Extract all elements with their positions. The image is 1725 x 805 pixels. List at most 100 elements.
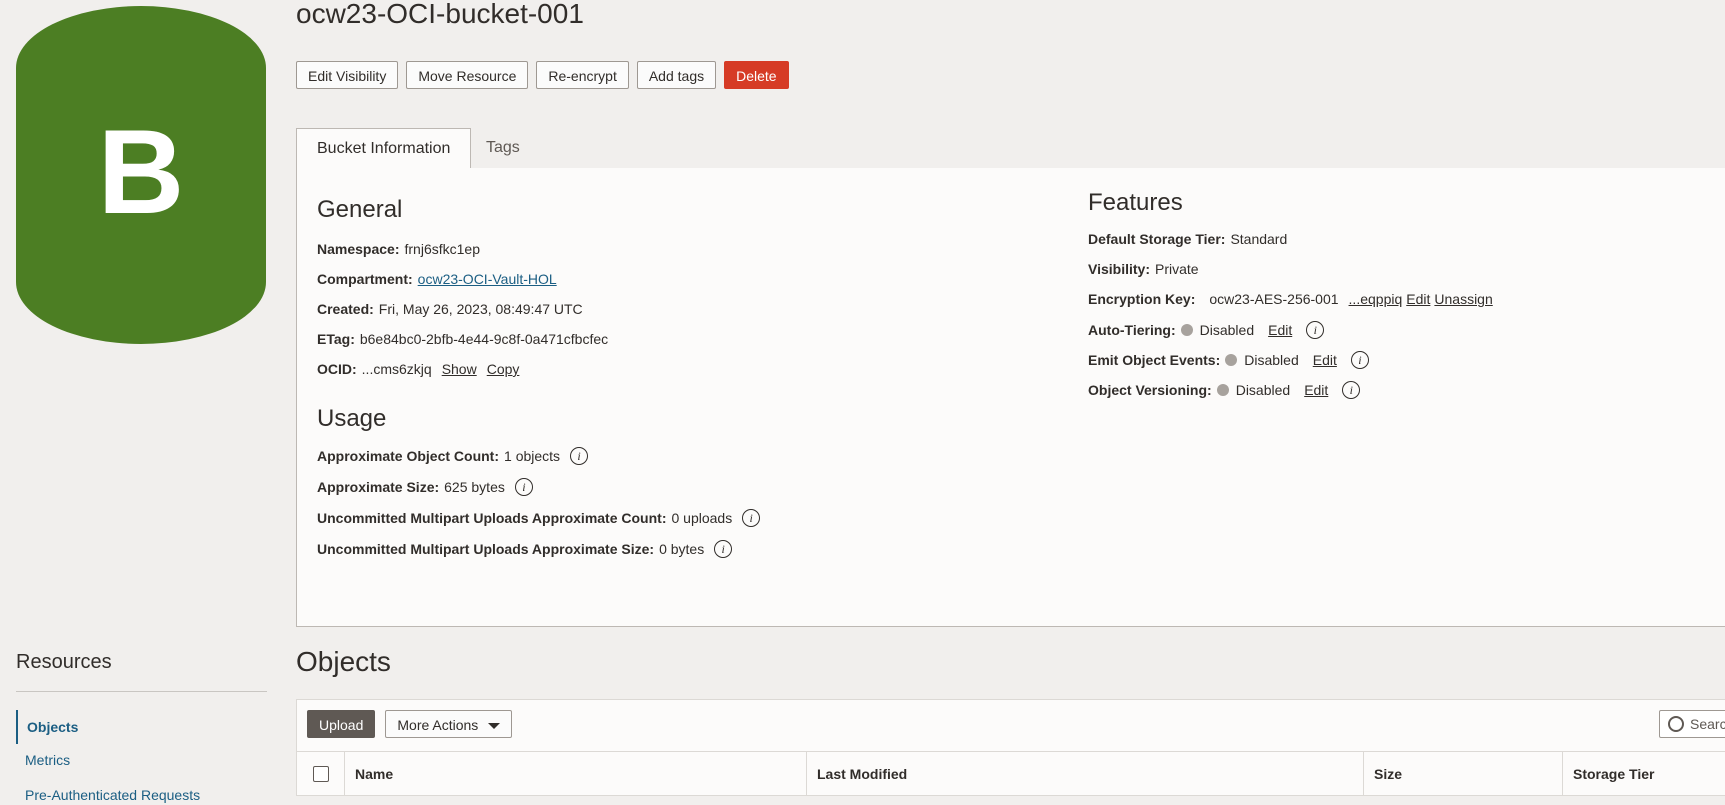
created-row: Created: Fri, May 26, 2023, 08:49:47 UTC — [317, 301, 583, 317]
ocid-show-link[interactable]: Show — [442, 361, 477, 377]
select-all-cell — [297, 752, 344, 796]
storage-tier-row: Default Storage Tier: Standard — [1088, 231, 1287, 247]
encryption-key-label: Encryption Key: — [1088, 291, 1196, 307]
compartment-row: Compartment: ocw23-OCI-Vault-HOL — [317, 271, 557, 287]
info-icon[interactable]: i — [1306, 321, 1325, 339]
multipart-count-label: Uncommitted Multipart Uploads Approximat… — [317, 510, 667, 526]
detail-tabs: Bucket Information Tags — [296, 128, 1725, 170]
page-title: ocw23-OCI-bucket-001 — [296, 0, 584, 29]
column-header-last-modified[interactable]: Last Modified — [806, 752, 1363, 796]
info-icon[interactable]: i — [570, 447, 589, 465]
ocid-row: OCID: ...cms6zkjq Show Copy — [317, 361, 519, 377]
versioning-value: Disabled — [1235, 382, 1291, 398]
encryption-key-row: Encryption Key: ocw23-AES-256-001 ...eqp… — [1088, 291, 1493, 307]
info-icon[interactable]: i — [714, 540, 733, 558]
bucket-icon-letter: B — [97, 105, 185, 239]
ocid-label: OCID: — [317, 361, 357, 377]
status-dot-icon — [1225, 354, 1238, 366]
auto-tiering-edit-link[interactable]: Edit — [1268, 322, 1292, 338]
approx-size-row: Approximate Size: 625 bytes i — [317, 478, 533, 496]
versioning-edit-link[interactable]: Edit — [1304, 382, 1328, 398]
approx-size-value: 625 bytes — [444, 479, 505, 495]
objects-toolbar: Upload More Actions — [307, 710, 513, 738]
edit-visibility-button[interactable]: Edit Visibility — [296, 61, 399, 89]
search-input[interactable]: Search — [1659, 710, 1725, 738]
auto-tiering-label: Auto-Tiering: — [1088, 322, 1176, 338]
more-actions-button[interactable]: More Actions — [385, 710, 513, 738]
general-title: General — [317, 196, 403, 223]
object-count-label: Approximate Object Count: — [317, 448, 500, 464]
compartment-link[interactable]: ocw23-OCI-Vault-HOL — [418, 271, 557, 287]
namespace-row: Namespace: frnj6sfkc1ep — [317, 241, 480, 257]
select-all-checkbox[interactable] — [313, 766, 329, 782]
multipart-size-row: Uncommitted Multipart Uploads Approximat… — [317, 540, 733, 558]
objects-title: Objects — [296, 646, 391, 677]
emit-events-value: Disabled — [1244, 352, 1299, 368]
object-count-row: Approximate Object Count: 1 objects i — [317, 447, 589, 465]
encryption-key-unassign-link[interactable]: Unassign — [1434, 291, 1492, 307]
status-dot-icon — [1216, 384, 1229, 396]
search-icon — [1668, 716, 1684, 732]
upload-button[interactable]: Upload — [307, 710, 376, 738]
encryption-key-edit-link[interactable]: Edit — [1406, 291, 1430, 307]
resources-divider — [16, 691, 267, 692]
auto-tiering-row: Auto-Tiering: Disabled Edit i — [1088, 321, 1325, 339]
multipart-size-label: Uncommitted Multipart Uploads Approximat… — [317, 541, 655, 557]
created-value: Fri, May 26, 2023, 08:49:47 UTC — [378, 301, 583, 317]
objects-table-panel: Upload More Actions Search Name Last Mod… — [296, 699, 1725, 796]
versioning-label: Object Versioning: — [1088, 382, 1212, 398]
tab-tags[interactable]: Tags — [466, 128, 540, 168]
resources-title: Resources — [16, 651, 112, 673]
column-header-size[interactable]: Size — [1363, 752, 1562, 796]
visibility-row: Visibility: Private — [1088, 261, 1199, 277]
object-count-value: 1 objects — [504, 448, 561, 464]
ocid-value: ...cms6zkjq — [361, 361, 432, 377]
info-icon[interactable]: i — [1342, 381, 1361, 399]
caret-down-icon — [488, 723, 501, 730]
objects-table-header: Name Last Modified Size Storage Tier — [297, 751, 1725, 796]
tab-bucket-information[interactable]: Bucket Information — [296, 128, 472, 170]
add-tags-button[interactable]: Add tags — [636, 61, 717, 89]
visibility-label: Visibility: — [1088, 261, 1150, 277]
versioning-row: Object Versioning: Disabled Edit i — [1088, 381, 1361, 399]
emit-events-row: Emit Object Events: Disabled Edit i — [1088, 351, 1369, 369]
etag-value: b6e84bc0-2bfb-4e44-9c8f-0a471cfbcfec — [359, 331, 609, 347]
compartment-label: Compartment: — [317, 271, 413, 287]
move-resource-button[interactable]: Move Resource — [406, 61, 529, 89]
multipart-size-value: 0 bytes — [659, 541, 705, 557]
approx-size-label: Approximate Size: — [317, 479, 440, 495]
resource-item-metrics[interactable]: Metrics — [16, 750, 70, 770]
etag-label: ETag: — [317, 331, 355, 347]
storage-tier-value: Standard — [1230, 231, 1288, 247]
info-icon[interactable]: i — [514, 478, 533, 496]
delete-button[interactable]: Delete — [724, 61, 789, 89]
re-encrypt-button[interactable]: Re-encrypt — [536, 61, 629, 89]
resource-item-pre-authenticated-requests[interactable]: Pre-Authenticated Requests — [16, 785, 200, 805]
usage-title: Usage — [317, 405, 387, 432]
features-title: Features — [1088, 189, 1183, 216]
ocid-copy-link[interactable]: Copy — [487, 361, 520, 377]
emit-events-edit-link[interactable]: Edit — [1313, 352, 1337, 368]
etag-row: ETag: b6e84bc0-2bfb-4e44-9c8f-0a471cfbcf… — [317, 331, 608, 347]
more-actions-label: More Actions — [397, 717, 479, 733]
visibility-value: Private — [1154, 261, 1199, 277]
status-dot-icon — [1180, 324, 1193, 336]
resource-item-objects[interactable]: Objects — [16, 710, 78, 744]
namespace-label: Namespace: — [317, 241, 400, 257]
bucket-information-panel: General Namespace: frnj6sfkc1ep Compartm… — [296, 168, 1725, 627]
encryption-key-ocid-link[interactable]: ...eqppiq — [1349, 291, 1403, 307]
column-header-name[interactable]: Name — [344, 752, 806, 796]
info-icon[interactable]: i — [1350, 351, 1369, 369]
column-header-storage-tier[interactable]: Storage Tier — [1562, 752, 1725, 796]
info-icon[interactable]: i — [742, 509, 761, 527]
multipart-count-value: 0 uploads — [671, 510, 733, 526]
encryption-key-name: ocw23-AES-256-001 — [1209, 291, 1339, 307]
bucket-toolbar: Edit Visibility Move Resource Re-encrypt… — [296, 61, 789, 89]
bucket-icon: B — [16, 6, 266, 344]
storage-tier-label: Default Storage Tier: — [1088, 231, 1226, 247]
multipart-count-row: Uncommitted Multipart Uploads Approximat… — [317, 509, 761, 527]
emit-events-label: Emit Object Events: — [1088, 352, 1221, 368]
auto-tiering-value: Disabled — [1199, 322, 1255, 338]
namespace-value: frnj6sfkc1ep — [404, 241, 480, 257]
created-label: Created: — [317, 301, 374, 317]
